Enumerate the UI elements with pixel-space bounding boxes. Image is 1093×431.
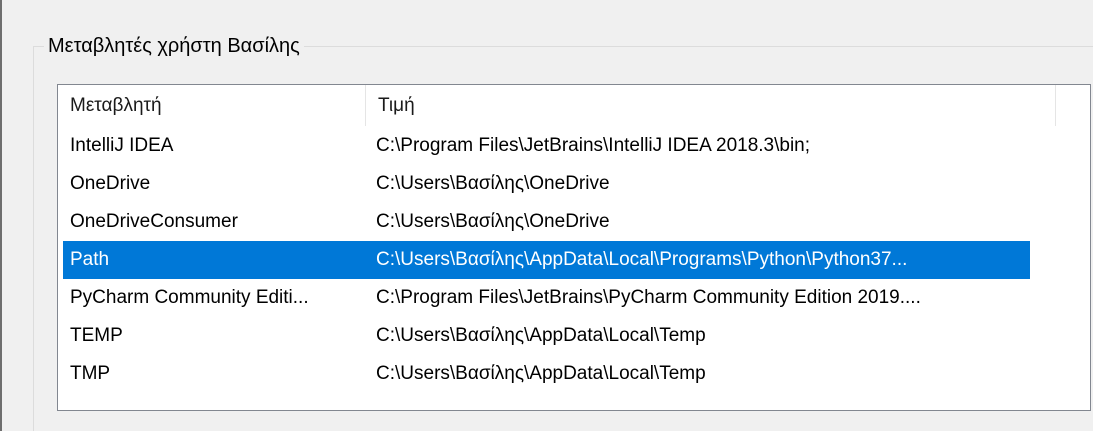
table-row[interactable]: OneDrive C:\Users\Βασίλης\OneDrive [63, 165, 1030, 203]
table-row[interactable]: OneDriveConsumer C:\Users\Βασίλης\OneDri… [63, 203, 1030, 241]
variable-value: C:\Users\Βασίλης\OneDrive [376, 211, 610, 232]
variable-value: C:\Users\Βασίλης\AppData\Local\Temp [376, 325, 706, 346]
table-row[interactable]: TMP C:\Users\Βασίλης\AppData\Local\Temp [63, 355, 1030, 393]
variable-name: TMP [70, 363, 111, 384]
table-row-selected[interactable]: Path C:\Users\Βασίλης\AppData\Local\Prog… [63, 241, 1030, 279]
groupbox-title: Μεταβλητές χρήστη Βασίλης [44, 32, 304, 60]
variable-value: C:\Users\Βασίλης\AppData\Local\Programs\… [376, 249, 908, 270]
table-row[interactable]: PyCharm Community Editi... C:\Program Fi… [63, 279, 1030, 317]
variable-name: OneDriveConsumer [70, 211, 238, 232]
variable-name: PyCharm Community Editi... [70, 287, 309, 308]
variable-name: OneDrive [70, 173, 151, 194]
user-variables-dialog: Μεταβλητές χρήστη Βασίλης Μεταβλητή Τιμή… [0, 0, 1093, 431]
variable-value: C:\Users\Βασίλης\AppData\Local\Temp [376, 363, 706, 384]
variable-name: TEMP [70, 325, 123, 346]
variable-name: IntelliJ IDEA [70, 135, 174, 156]
variable-value: C:\Program Files\JetBrains\PyCharm Commu… [376, 287, 921, 308]
list-header: Μεταβλητή Τιμή [58, 85, 1090, 126]
table-row[interactable]: IntelliJ IDEA C:\Program Files\JetBrains… [63, 127, 1030, 165]
window-edge [0, 0, 2, 431]
column-header-value[interactable]: Τιμή [366, 85, 1056, 126]
variable-value: C:\Program Files\JetBrains\IntelliJ IDEA… [376, 135, 811, 156]
column-header-variable[interactable]: Μεταβλητή [58, 85, 365, 126]
table-row[interactable]: TEMP C:\Users\Βασίλης\AppData\Local\Temp [63, 317, 1030, 355]
variable-value: C:\Users\Βασίλης\OneDrive [376, 173, 610, 194]
variable-name: Path [70, 249, 110, 270]
user-variables-list[interactable]: Μεταβλητή Τιμή IntelliJ IDEA C:\Program … [57, 84, 1091, 411]
column-divider[interactable] [1055, 85, 1056, 126]
